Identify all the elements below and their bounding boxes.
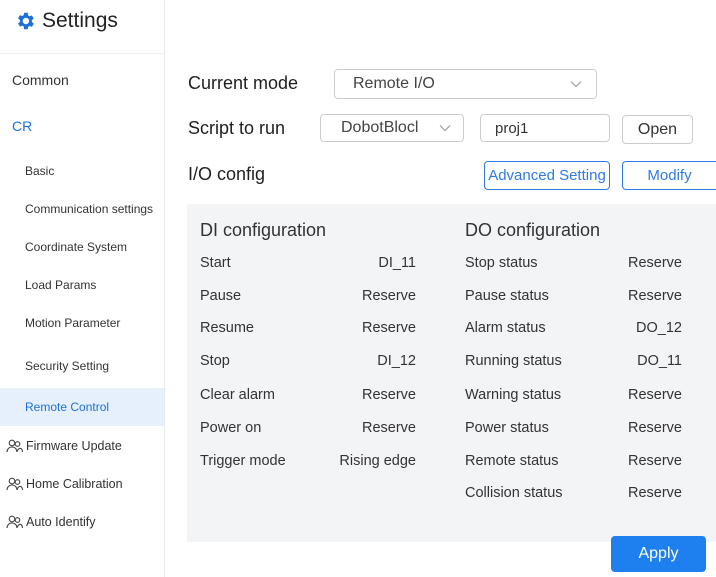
sidebar-item-communication-settings[interactable]: Communication settings <box>0 200 164 218</box>
gear-icon <box>18 12 34 30</box>
current-mode-value: Remote I/O <box>353 75 435 92</box>
current-mode-select[interactable]: Remote I/O <box>334 69 597 99</box>
do-row-name: Running status <box>465 353 562 369</box>
sidebar-item-load-params[interactable]: Load Params <box>0 276 164 294</box>
sidebar-item-security-setting[interactable]: Security Setting <box>0 357 164 375</box>
do-row-value: Reserve <box>628 288 682 304</box>
advanced-setting-label: Advanced Setting <box>488 167 606 184</box>
di-row-value: Reserve <box>362 387 416 403</box>
do-row-value: DO_11 <box>637 353 682 369</box>
sidebar-item-remote-control[interactable]: Remote Control <box>0 388 164 426</box>
do-row-name: Warning status <box>465 387 562 403</box>
open-button-label: Open <box>637 120 678 138</box>
chevron-down-icon <box>439 125 451 132</box>
io-config-label: I/O config <box>188 164 266 184</box>
users-icon <box>6 515 23 529</box>
script-select[interactable]: DobotBlocl <box>320 114 464 142</box>
do-row-value: Reserve <box>628 387 682 403</box>
users-icon <box>6 477 23 491</box>
sidebar-item-label: Motion Parameter <box>25 316 121 330</box>
sidebar-divider <box>0 53 164 54</box>
sidebar-item-label: Load Params <box>25 278 97 292</box>
current-mode-label: Current mode <box>188 73 299 93</box>
sidebar-item-firmware-update[interactable]: Firmware Update <box>0 437 164 455</box>
sidebar-item-auto-identify[interactable]: Auto Identify <box>0 513 164 531</box>
sidebar-item-label: Coordinate System <box>25 240 128 254</box>
di-row-name: Trigger mode <box>200 453 286 469</box>
di-row-name: Clear alarm <box>200 387 275 403</box>
chevron-down-icon <box>570 81 582 88</box>
settings-title-text: Settings <box>42 9 118 32</box>
sidebar-item-label: Basic <box>25 164 55 178</box>
script-name-input[interactable]: proj1 <box>480 114 610 142</box>
di-row-value: Rising edge <box>339 453 416 469</box>
sidebar-item-coordinate-system[interactable]: Coordinate System <box>0 238 164 256</box>
do-configuration-title: DO configuration <box>465 220 601 240</box>
do-row-name: Alarm status <box>465 320 546 336</box>
sidebar-item-label: Common <box>12 72 69 88</box>
open-button[interactable]: Open <box>622 115 693 144</box>
di-row-name: Resume <box>200 320 254 336</box>
di-row-value: Reserve <box>362 288 416 304</box>
do-row-name: Stop status <box>465 255 538 271</box>
di-row-name: Power on <box>200 420 262 436</box>
apply-button-label: Apply <box>638 545 679 562</box>
settings-title: Settings <box>14 6 118 36</box>
do-row-value: Reserve <box>628 485 682 501</box>
do-row-name: Power status <box>465 420 549 436</box>
do-row-value: Reserve <box>628 420 682 436</box>
di-row-value: DI_12 <box>377 353 416 369</box>
advanced-setting-button[interactable]: Advanced Setting <box>484 161 610 190</box>
do-row-name: Pause status <box>465 288 549 304</box>
do-row-value: DO_12 <box>636 320 682 336</box>
di-row-value: Reserve <box>362 320 416 336</box>
script-name-value: proj1 <box>495 119 529 137</box>
sidebar-item-common[interactable]: Common <box>0 70 164 90</box>
sidebar-item-label: Remote Control <box>25 400 110 414</box>
do-row-name: Collision status <box>465 485 563 501</box>
sidebar-item-label: Auto Identify <box>26 515 96 529</box>
script-select-value: DobotBlocl <box>341 119 419 136</box>
modify-button[interactable]: Modify <box>622 161 716 190</box>
script-to-run-label: Script to run <box>188 118 286 138</box>
apply-button[interactable]: Apply <box>611 536 706 572</box>
sidebar: Settings Common CR Basic Communication s… <box>0 0 165 577</box>
di-row-name: Pause <box>200 288 242 304</box>
users-icon <box>6 439 23 453</box>
sidebar-item-label: Communication settings <box>25 202 154 216</box>
sidebar-item-home-calibration[interactable]: Home Calibration <box>0 475 164 493</box>
sidebar-item-label: CR <box>12 118 33 134</box>
modify-button-label: Modify <box>647 167 692 184</box>
sidebar-item-label: Firmware Update <box>26 439 122 453</box>
sidebar-item-cr[interactable]: CR <box>0 116 164 136</box>
di-row-value: DI_11 <box>378 255 416 271</box>
sidebar-item-motion-parameter[interactable]: Motion Parameter <box>0 314 164 332</box>
sidebar-item-basic[interactable]: Basic <box>0 162 164 180</box>
di-row-name: Stop <box>200 353 230 369</box>
do-row-value: Reserve <box>628 453 682 469</box>
do-row-name: Remote status <box>465 453 559 469</box>
sidebar-item-label: Home Calibration <box>26 477 123 491</box>
di-row-value: Reserve <box>362 420 416 436</box>
do-row-value: Reserve <box>628 255 682 271</box>
di-row-name: Start <box>200 255 231 271</box>
sidebar-item-label: Security Setting <box>25 359 110 373</box>
di-configuration-title: DI configuration <box>200 220 327 240</box>
